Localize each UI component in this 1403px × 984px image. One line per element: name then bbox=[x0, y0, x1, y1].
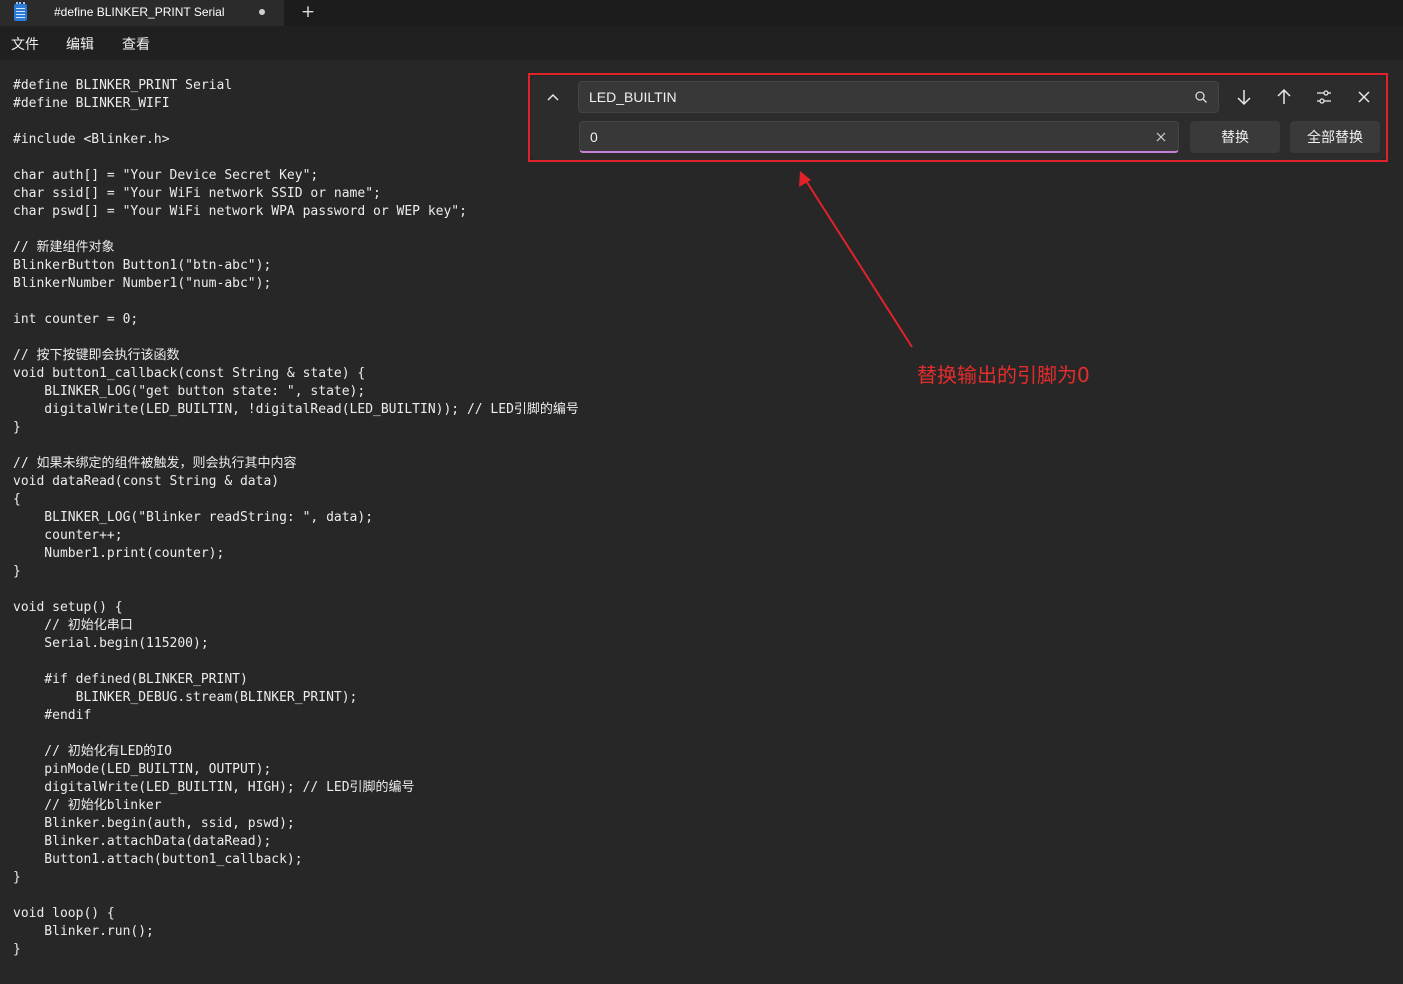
code-line[interactable]: BLINKER_LOG("Blinker readString: ", data… bbox=[13, 509, 579, 527]
code-line[interactable] bbox=[13, 887, 579, 905]
code-line[interactable]: } bbox=[13, 869, 579, 887]
annotation-text: 替换输出的引脚为0 bbox=[917, 363, 1090, 387]
menu-edit[interactable]: 编辑 bbox=[66, 34, 94, 54]
code-line[interactable]: #if defined(BLINKER_PRINT) bbox=[13, 671, 579, 689]
code-line[interactable]: Blinker.begin(auth, ssid, pswd); bbox=[13, 815, 579, 833]
code-line[interactable]: // 新建组件对象 bbox=[13, 239, 579, 257]
code-line[interactable] bbox=[13, 581, 579, 599]
code-line[interactable]: char auth[] = "Your Device Secret Key"; bbox=[13, 167, 579, 185]
code-line[interactable]: Blinker.attachData(dataRead); bbox=[13, 833, 579, 851]
code-line[interactable]: int counter = 0; bbox=[13, 311, 579, 329]
code-line[interactable] bbox=[13, 653, 579, 671]
code-line[interactable]: #define BLINKER_WIFI bbox=[13, 95, 579, 113]
tab-title: #define BLINKER_PRINT Serial bbox=[54, 5, 225, 19]
code-line[interactable]: // 初始化blinker bbox=[13, 797, 579, 815]
code-line[interactable] bbox=[13, 329, 579, 347]
code-line[interactable]: digitalWrite(LED_BUILTIN, !digitalRead(L… bbox=[13, 401, 579, 419]
code-text[interactable]: #define BLINKER_PRINT Serial #define BLIN… bbox=[13, 77, 579, 959]
code-line[interactable]: BlinkerButton Button1("btn-abc"); bbox=[13, 257, 579, 275]
code-line[interactable]: } bbox=[13, 563, 579, 581]
code-line[interactable]: BLINKER_DEBUG.stream(BLINKER_PRINT); bbox=[13, 689, 579, 707]
code-line[interactable]: Serial.begin(115200); bbox=[13, 635, 579, 653]
code-line[interactable]: void button1_callback(const String & sta… bbox=[13, 365, 579, 383]
code-line[interactable]: Number1.print(counter); bbox=[13, 545, 579, 563]
code-line[interactable]: } bbox=[13, 419, 579, 437]
code-line[interactable]: #endif bbox=[13, 707, 579, 725]
code-line[interactable] bbox=[13, 437, 579, 455]
editor-area[interactable]: #define BLINKER_PRINT Serial #define BLIN… bbox=[0, 60, 1403, 984]
code-line[interactable]: pinMode(LED_BUILTIN, OUTPUT); bbox=[13, 761, 579, 779]
code-line[interactable] bbox=[13, 725, 579, 743]
code-line[interactable] bbox=[13, 293, 579, 311]
code-line[interactable] bbox=[13, 149, 579, 167]
code-line[interactable]: void setup() { bbox=[13, 599, 579, 617]
code-line[interactable]: char ssid[] = "Your WiFi network SSID or… bbox=[13, 185, 579, 203]
code-line[interactable]: #include <Blinker.h> bbox=[13, 131, 579, 149]
new-tab-button[interactable]: + bbox=[299, 3, 317, 21]
title-bar: #define BLINKER_PRINT Serial + bbox=[0, 0, 1403, 26]
menu-view[interactable]: 查看 bbox=[122, 34, 150, 54]
code-line[interactable]: // 按下按键即会执行该函数 bbox=[13, 347, 579, 365]
code-line[interactable]: // 初始化有LED的IO bbox=[13, 743, 579, 761]
code-line[interactable]: } bbox=[13, 941, 579, 959]
code-line[interactable]: void loop() { bbox=[13, 905, 579, 923]
code-line[interactable] bbox=[13, 113, 579, 131]
code-line[interactable]: BLINKER_LOG("get button state: ", state)… bbox=[13, 383, 579, 401]
code-line[interactable]: counter++; bbox=[13, 527, 579, 545]
menu-file[interactable]: 文件 bbox=[11, 34, 39, 54]
code-line[interactable]: { bbox=[13, 491, 579, 509]
code-line[interactable]: BlinkerNumber Number1("num-abc"); bbox=[13, 275, 579, 293]
code-line[interactable]: void dataRead(const String & data) bbox=[13, 473, 579, 491]
code-line[interactable]: char pswd[] = "Your WiFi network WPA pas… bbox=[13, 203, 579, 221]
code-line[interactable]: Button1.attach(button1_callback); bbox=[13, 851, 579, 869]
menu-bar: 文件 编辑 查看 bbox=[0, 26, 1403, 60]
code-line[interactable]: digitalWrite(LED_BUILTIN, HIGH); // LED引… bbox=[13, 779, 579, 797]
code-line[interactable]: // 初始化串口 bbox=[13, 617, 579, 635]
code-line[interactable] bbox=[13, 221, 579, 239]
code-line[interactable]: // 如果未绑定的组件被触发，则会执行其中内容 bbox=[13, 455, 579, 473]
unsaved-dot-icon[interactable] bbox=[259, 9, 265, 15]
code-line[interactable]: Blinker.run(); bbox=[13, 923, 579, 941]
annotation-highlight-box bbox=[528, 73, 1388, 162]
document-tab[interactable]: #define BLINKER_PRINT Serial bbox=[0, 0, 284, 26]
code-line[interactable]: #define BLINKER_PRINT Serial bbox=[13, 77, 579, 95]
notepad-icon bbox=[14, 2, 27, 21]
